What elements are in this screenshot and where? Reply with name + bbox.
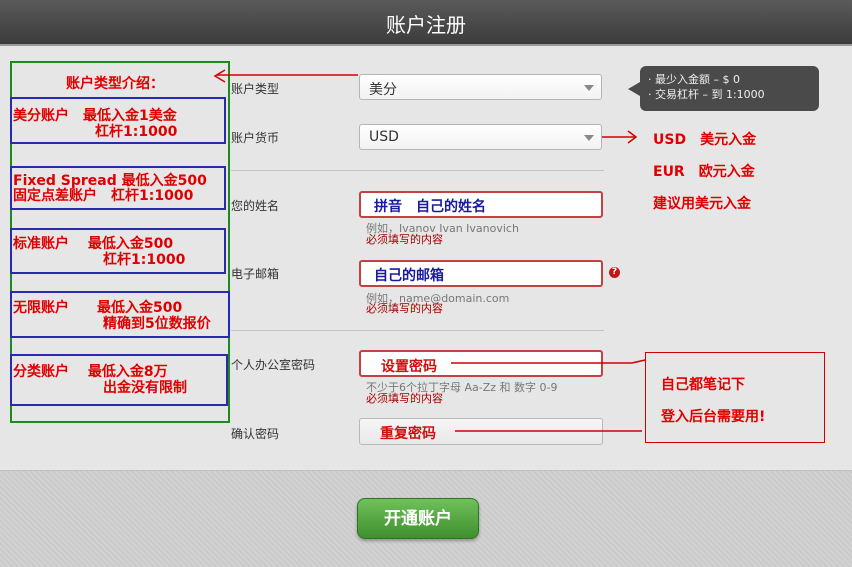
arrow-line	[631, 359, 646, 364]
arrow-head	[213, 69, 226, 83]
annotation-arrows	[213, 69, 646, 432]
